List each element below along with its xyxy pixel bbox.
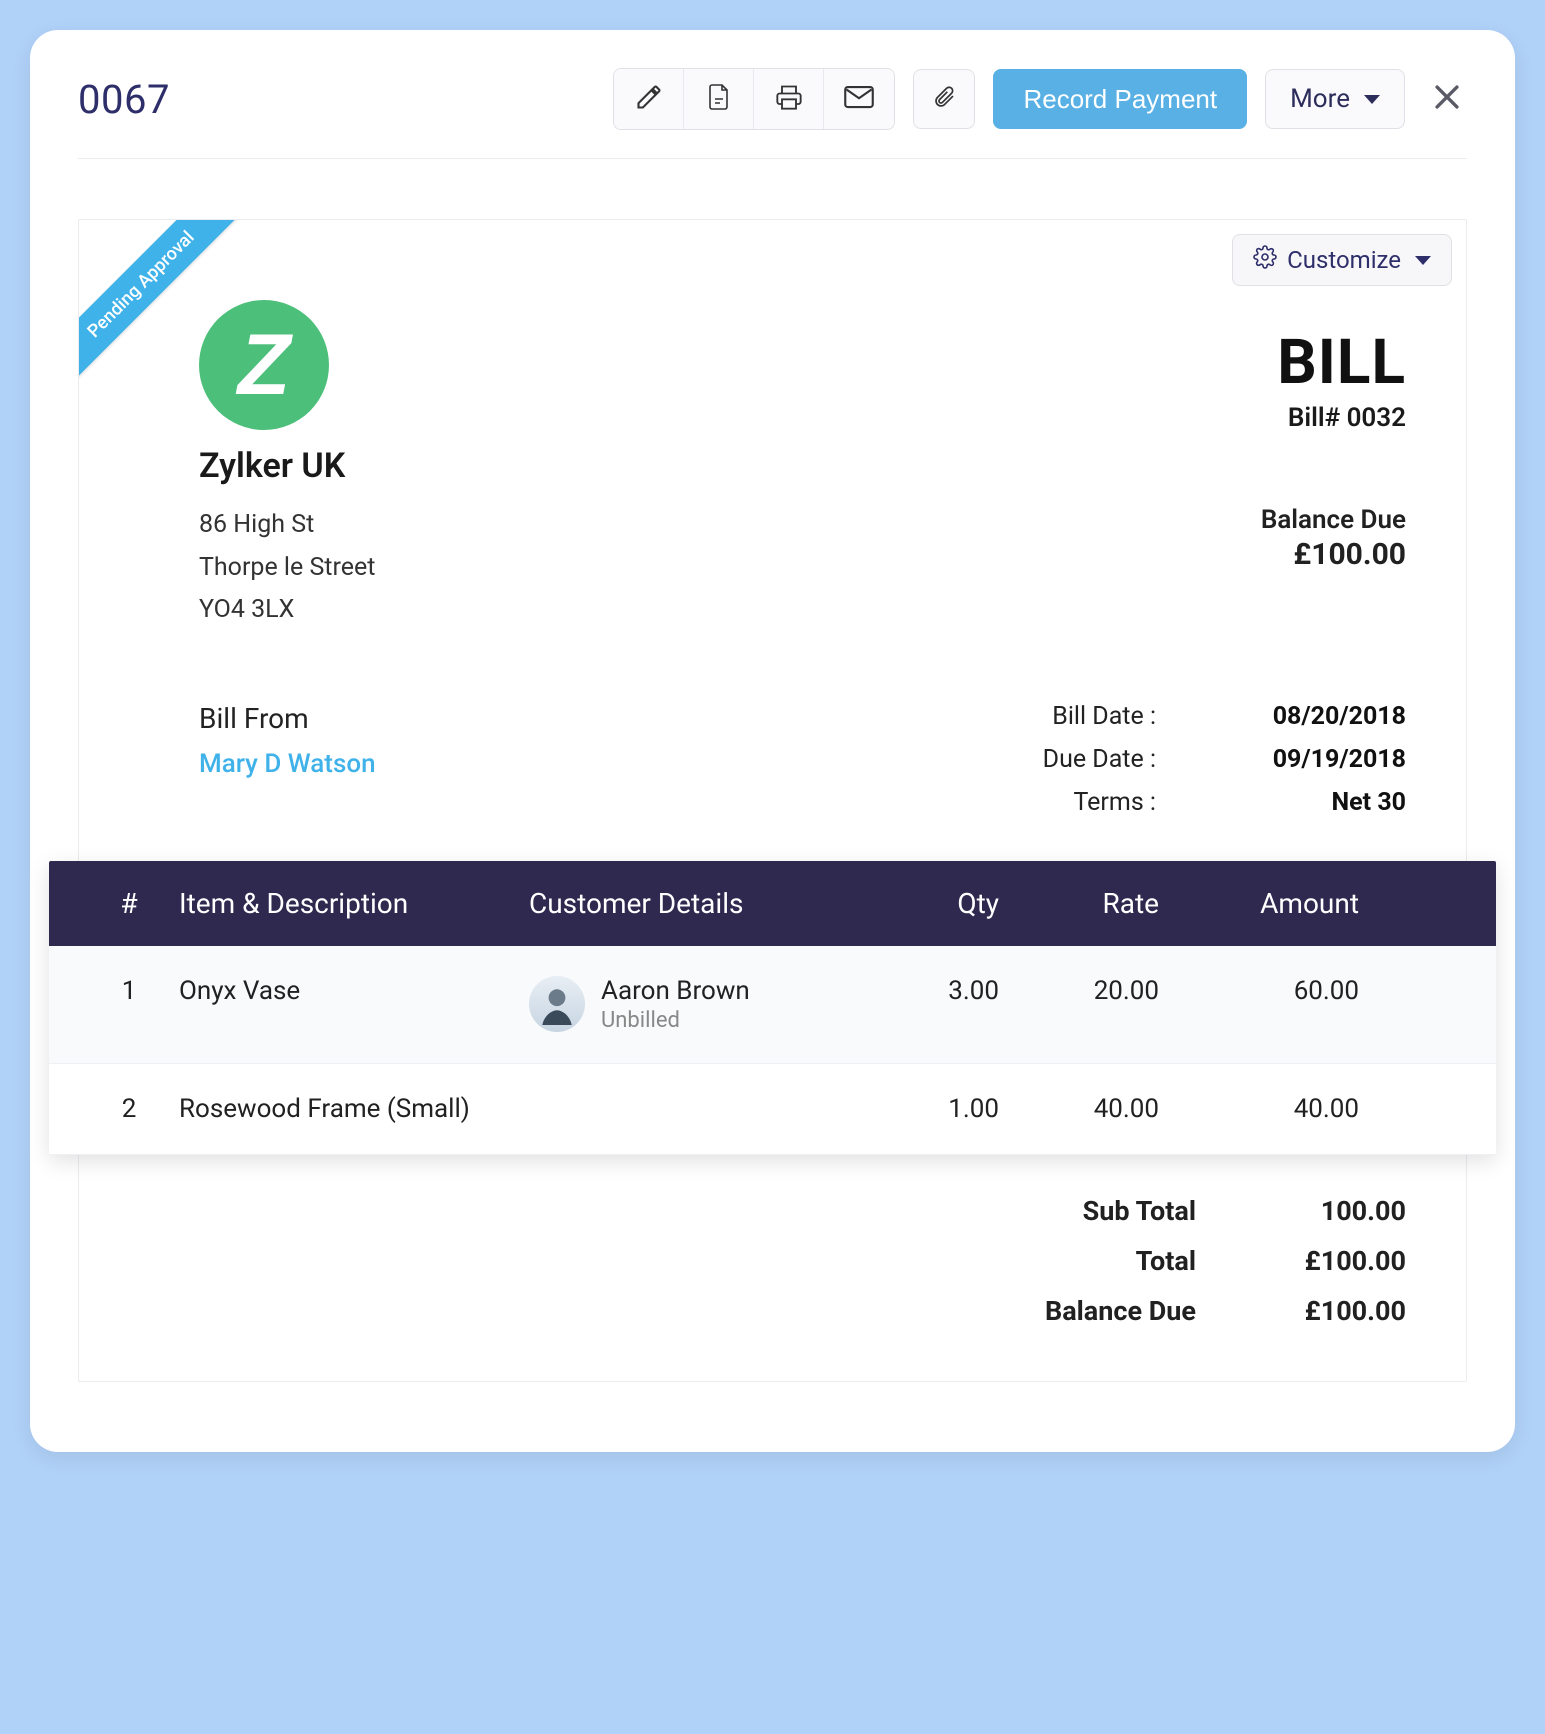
customer-name: Aaron Brown — [601, 976, 750, 1006]
record-payment-button[interactable]: Record Payment — [993, 69, 1247, 129]
col-rate: Rate — [999, 887, 1159, 920]
meta-row-bill-date: Bill Date : 08/20/2018 — [1016, 702, 1406, 731]
total-value: £100.00 — [1256, 1245, 1406, 1277]
document-header: Z Zylker UK 86 High St Thorpe le Street … — [139, 300, 1406, 632]
address-line: 86 High St — [199, 504, 375, 547]
col-amount: Amount — [1159, 887, 1359, 920]
cell-amount: 40.00 — [1159, 1094, 1359, 1124]
meta-value: Net 30 — [1246, 788, 1406, 817]
meta-value: 09/19/2018 — [1246, 745, 1406, 774]
more-button[interactable]: More — [1265, 69, 1405, 129]
pencil-icon — [635, 83, 663, 115]
address-line: YO4 3LX — [199, 589, 375, 632]
col-item: Item & Description — [179, 887, 529, 920]
bill-document: Pending Approval Customize Z Zylker UK 8… — [78, 219, 1467, 1382]
cell-qty: 3.00 — [849, 976, 999, 1006]
col-qty: Qty — [849, 887, 999, 920]
cell-num: 2 — [79, 1094, 179, 1124]
doc-number: 0067 — [78, 76, 170, 123]
topbar: 0067 — [78, 68, 1467, 159]
meta-value: 08/20/2018 — [1246, 702, 1406, 731]
cell-item: Onyx Vase — [179, 976, 529, 1006]
email-button[interactable] — [824, 69, 894, 129]
cell-item: Rosewood Frame (Small) — [179, 1094, 529, 1124]
balance-due-amount: £100.00 — [1261, 537, 1406, 572]
attach-button[interactable] — [913, 69, 975, 129]
line-items-table: # Item & Description Customer Details Qt… — [49, 861, 1496, 1155]
close-button[interactable] — [1427, 79, 1467, 119]
balance-due-label: Balance Due — [1261, 505, 1406, 535]
customize-button[interactable]: Customize — [1232, 234, 1452, 286]
cell-rate: 20.00 — [999, 976, 1159, 1006]
col-num: # — [79, 887, 179, 920]
col-customer: Customer Details — [529, 887, 849, 920]
cell-rate: 40.00 — [999, 1094, 1159, 1124]
bill-detail-panel: 0067 — [30, 30, 1515, 1452]
pdf-button[interactable] — [684, 69, 754, 129]
cell-amount: 60.00 — [1159, 976, 1359, 1006]
logo-letter: Z — [238, 316, 291, 415]
print-button[interactable] — [754, 69, 824, 129]
totals-block: Sub Total 100.00 Total £100.00 Balance D… — [139, 1195, 1406, 1327]
chevron-down-icon — [1364, 95, 1380, 104]
total-row: Total £100.00 — [139, 1245, 1406, 1277]
bill-number: Bill# 0032 — [1261, 403, 1406, 433]
company-logo: Z — [199, 300, 329, 430]
cell-customer: Aaron Brown Unbilled — [529, 976, 849, 1033]
bill-summary: BILL Bill# 0032 Balance Due £100.00 — [1261, 300, 1406, 572]
company-name: Zylker UK — [199, 446, 375, 486]
bill-from-name[interactable]: Mary D Watson — [199, 749, 376, 779]
pdf-file-icon — [706, 83, 732, 115]
company-block: Z Zylker UK 86 High St Thorpe le Street … — [139, 300, 375, 632]
meta-label: Bill Date : — [1016, 702, 1156, 731]
subtotal-label: Sub Total — [996, 1195, 1196, 1227]
balance-label: Balance Due — [996, 1295, 1196, 1327]
table-row: 1 Onyx Vase Aaron Brown Unbilled 3.00 20… — [49, 946, 1496, 1064]
customize-label: Customize — [1287, 246, 1401, 274]
subtotal-row: Sub Total 100.00 — [139, 1195, 1406, 1227]
bill-title: BILL — [1261, 326, 1406, 399]
close-icon — [1430, 80, 1464, 118]
cell-num: 1 — [79, 976, 179, 1006]
envelope-icon — [844, 85, 874, 113]
balance-value: £100.00 — [1256, 1295, 1406, 1327]
table-row: 2 Rosewood Frame (Small) 1.00 40.00 40.0… — [49, 1064, 1496, 1155]
table-header: # Item & Description Customer Details Qt… — [49, 861, 1496, 946]
meta-label: Terms : — [1016, 788, 1156, 817]
paperclip-icon — [932, 82, 956, 116]
avatar — [529, 976, 585, 1032]
meta-label: Due Date : — [1016, 745, 1156, 774]
meta-row-due-date: Due Date : 09/19/2018 — [1016, 745, 1406, 774]
bill-meta-table: Bill Date : 08/20/2018 Due Date : 09/19/… — [1016, 702, 1406, 831]
total-label: Total — [996, 1245, 1196, 1277]
balance-row: Balance Due £100.00 — [139, 1295, 1406, 1327]
bill-from-block: Bill From Mary D Watson — [139, 702, 376, 779]
gear-icon — [1253, 245, 1287, 275]
printer-icon — [774, 83, 804, 115]
address-line: Thorpe le Street — [199, 547, 375, 590]
customer-status: Unbilled — [601, 1008, 750, 1033]
bill-from-label: Bill From — [199, 702, 376, 735]
meta-row-terms: Terms : Net 30 — [1016, 788, 1406, 817]
toolbar-icon-group — [613, 68, 895, 130]
more-label: More — [1290, 84, 1350, 114]
subtotal-value: 100.00 — [1256, 1195, 1406, 1227]
chevron-down-icon — [1415, 256, 1431, 265]
document-meta: Bill From Mary D Watson Bill Date : 08/2… — [139, 702, 1406, 831]
edit-button[interactable] — [614, 69, 684, 129]
cell-qty: 1.00 — [849, 1094, 999, 1124]
